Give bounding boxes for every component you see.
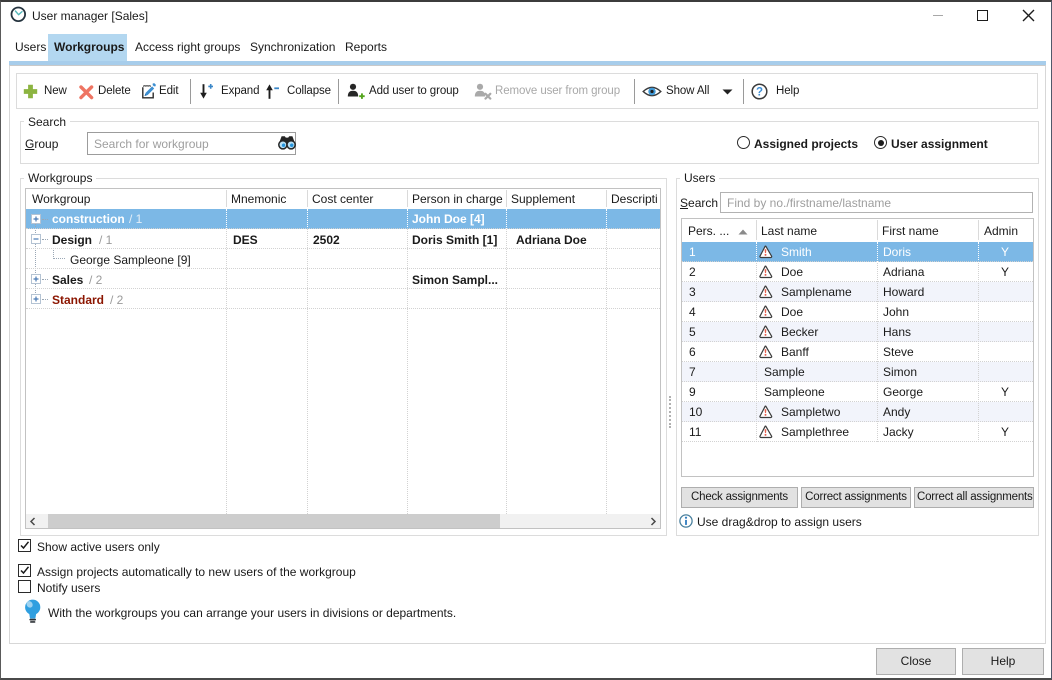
svg-text:?: ?: [756, 86, 763, 98]
